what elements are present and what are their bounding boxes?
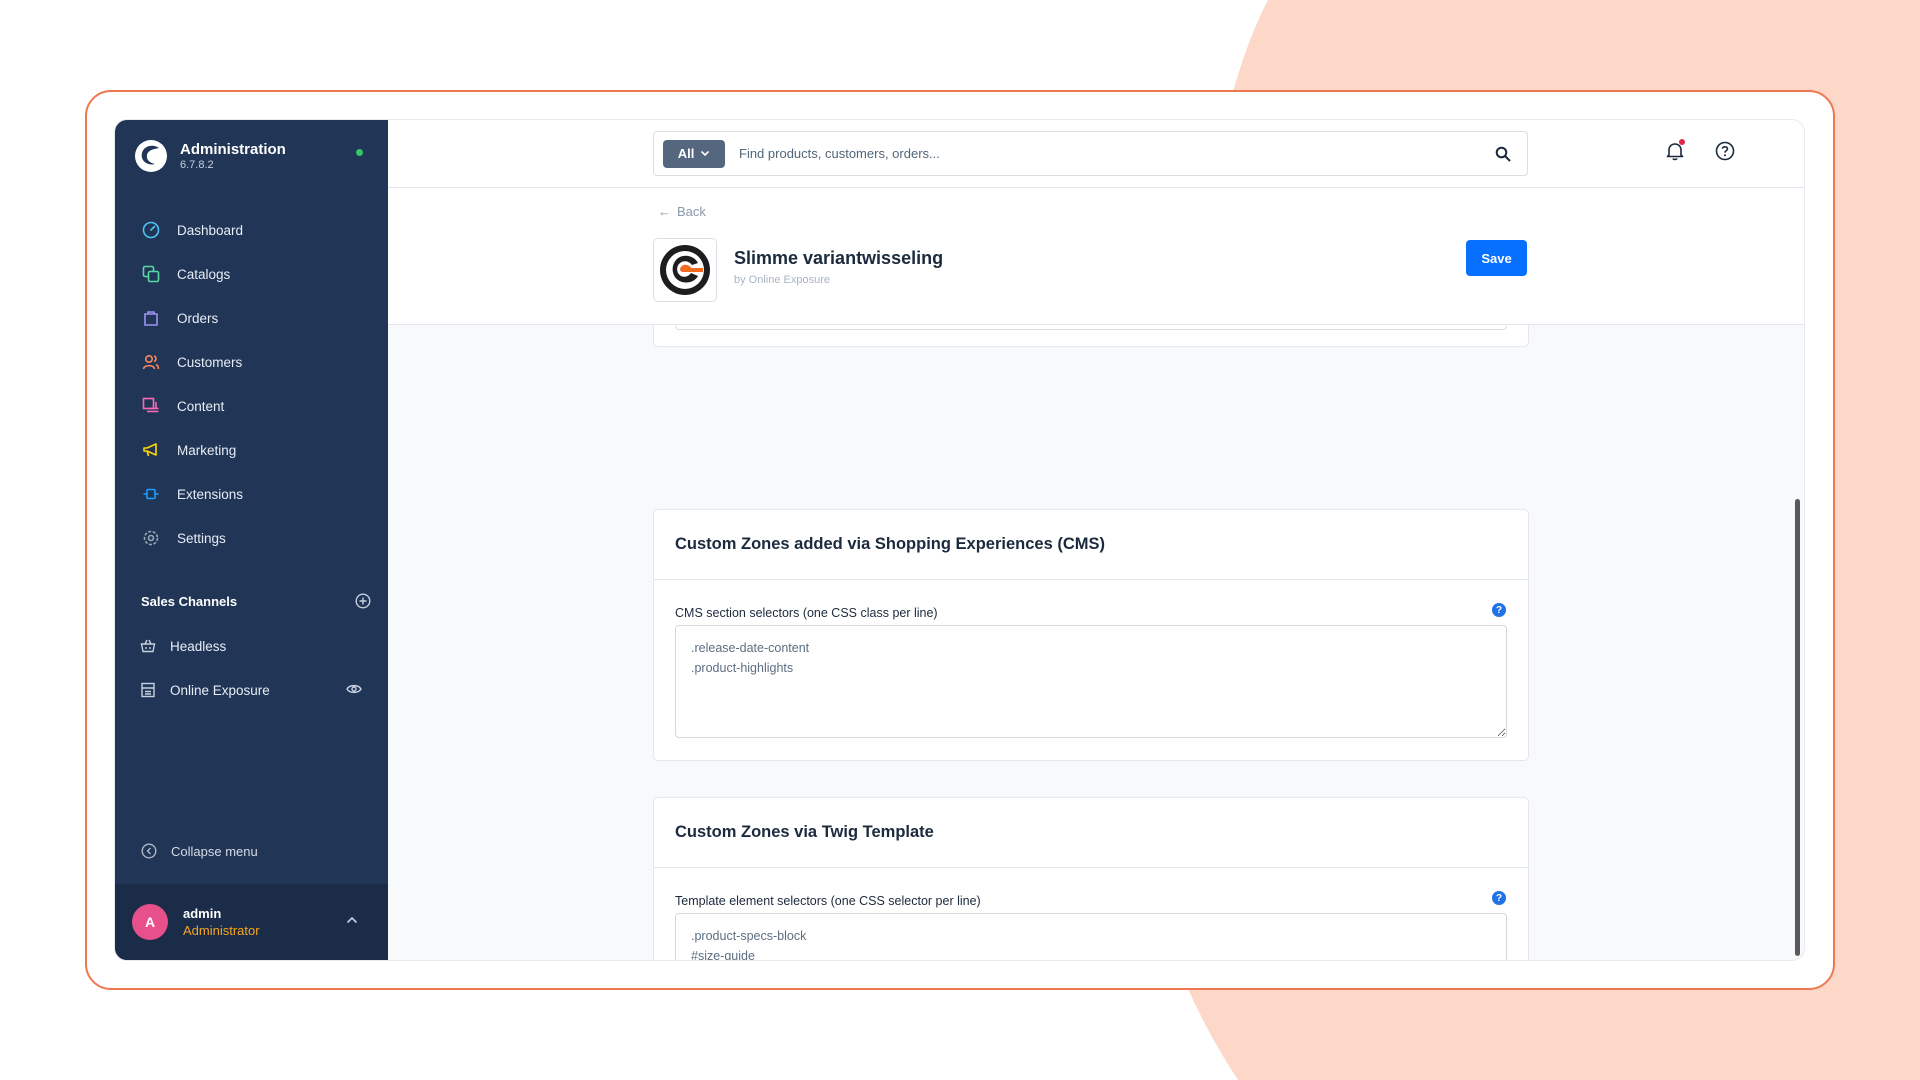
nav-item-customers[interactable]: Customers bbox=[115, 340, 388, 384]
help-tooltip-icon[interactable]: ? bbox=[1492, 891, 1506, 905]
sales-channels-list: Headless Online Exposure bbox=[115, 624, 388, 712]
nav-label: Dashboard bbox=[177, 222, 244, 238]
nav-item-content[interactable]: Content bbox=[115, 384, 388, 428]
extension-logo bbox=[653, 238, 717, 302]
back-link[interactable]: ← Back bbox=[658, 204, 706, 219]
page-header: ← Back Slimme variantwisseling by Online… bbox=[388, 188, 1804, 325]
sales-channel-label: Headless bbox=[170, 638, 227, 654]
help-icon bbox=[1715, 141, 1735, 161]
sales-channel-headless[interactable]: Headless bbox=[115, 624, 388, 668]
notification-badge bbox=[1679, 139, 1685, 145]
search-filter-dropdown[interactable]: All bbox=[663, 139, 725, 168]
card-title: Custom Zones via Twig Template bbox=[654, 798, 1528, 868]
twig-zones-card: Custom Zones via Twig Template Template … bbox=[653, 797, 1529, 960]
nav-item-marketing[interactable]: Marketing bbox=[115, 428, 388, 472]
nav-label: Customers bbox=[177, 354, 243, 370]
nav-item-dashboard[interactable]: Dashboard bbox=[115, 208, 388, 252]
page-title: Slimme variantwisseling bbox=[734, 248, 944, 268]
brand[interactable]: Administration 6.7.8.2 bbox=[134, 139, 286, 173]
card-title: Custom Zones added via Shopping Experien… bbox=[654, 510, 1528, 580]
nav-label: Settings bbox=[177, 530, 226, 546]
arrow-left-icon: ← bbox=[658, 204, 671, 219]
top-bar: All bbox=[388, 120, 1804, 188]
collapse-menu-button[interactable]: Collapse menu bbox=[141, 843, 258, 859]
user-role: Administrator bbox=[183, 923, 260, 938]
global-search: All bbox=[653, 131, 1528, 176]
back-label: Back bbox=[677, 204, 706, 219]
sidebar: Administration 6.7.8.2 Dashboard Catalog… bbox=[115, 120, 388, 960]
help-button[interactable] bbox=[1715, 141, 1735, 166]
storefront-icon bbox=[141, 682, 155, 698]
content-icon bbox=[141, 396, 161, 416]
eye-icon[interactable] bbox=[346, 682, 362, 696]
extensions-icon bbox=[141, 484, 161, 504]
nav-item-catalogs[interactable]: Catalogs bbox=[115, 252, 388, 296]
sales-channel-online-exposure[interactable]: Online Exposure bbox=[115, 668, 388, 712]
search-icon[interactable] bbox=[1495, 146, 1511, 162]
extension-vendor: by Online Exposure bbox=[734, 274, 830, 286]
catalogs-icon bbox=[141, 264, 161, 284]
app-window: Administration 6.7.8.2 Dashboard Catalog… bbox=[115, 120, 1804, 960]
chevron-down-icon bbox=[701, 150, 710, 157]
nav-item-orders[interactable]: Orders bbox=[115, 296, 388, 340]
nav-label: Orders bbox=[177, 310, 219, 326]
app-title: Administration bbox=[180, 141, 286, 158]
chevron-up-icon[interactable] bbox=[346, 916, 358, 924]
collapse-icon bbox=[141, 843, 157, 859]
template-selectors-textarea[interactable]: .product-specs-block #size-guide bbox=[675, 913, 1507, 960]
nav-label: Content bbox=[177, 398, 225, 414]
dashboard-icon bbox=[141, 220, 161, 240]
shopware-logo-icon bbox=[135, 140, 167, 172]
customers-icon bbox=[141, 352, 161, 372]
previous-field-edge bbox=[675, 326, 1507, 330]
search-input[interactable] bbox=[739, 146, 1495, 161]
status-indicator bbox=[356, 149, 363, 156]
marketing-icon bbox=[141, 440, 161, 460]
nav-label: Extensions bbox=[177, 486, 244, 502]
cms-selectors-textarea[interactable]: .release-date-content .product-highlight… bbox=[675, 625, 1507, 738]
user-name: admin bbox=[183, 906, 222, 921]
user-menu[interactable]: A admin Administrator bbox=[115, 884, 388, 960]
sales-channel-label: Online Exposure bbox=[170, 682, 270, 698]
collapse-menu-label: Collapse menu bbox=[171, 843, 258, 859]
avatar: A bbox=[132, 904, 168, 940]
help-tooltip-icon[interactable]: ? bbox=[1492, 603, 1506, 617]
main-nav: Dashboard Catalogs Orders Customers Cont… bbox=[115, 208, 388, 560]
sales-channels-header: Sales Channels bbox=[141, 593, 371, 609]
basket-icon bbox=[140, 639, 156, 653]
content-scrollbar[interactable] bbox=[1795, 499, 1800, 956]
nav-item-extensions[interactable]: Extensions bbox=[115, 472, 388, 516]
field-label: Template element selectors (one CSS sele… bbox=[675, 894, 981, 908]
add-sales-channel-icon[interactable] bbox=[355, 593, 371, 609]
sales-channels-title: Sales Channels bbox=[141, 593, 238, 609]
nav-label: Catalogs bbox=[177, 266, 231, 282]
previous-card-bottom bbox=[653, 325, 1529, 347]
nav-label: Marketing bbox=[177, 442, 237, 458]
orders-icon bbox=[141, 308, 161, 328]
search-filter-label: All bbox=[677, 146, 695, 161]
cms-zones-card: Custom Zones added via Shopping Experien… bbox=[653, 509, 1529, 761]
config-content: Custom Zones added via Shopping Experien… bbox=[388, 325, 1804, 960]
notifications-button[interactable] bbox=[1666, 139, 1685, 166]
online-exposure-logo-icon bbox=[660, 245, 710, 295]
settings-icon bbox=[141, 528, 161, 548]
nav-item-settings[interactable]: Settings bbox=[115, 516, 388, 560]
app-version: 6.7.8.2 bbox=[180, 159, 214, 171]
save-button[interactable]: Save bbox=[1466, 240, 1527, 276]
field-label: CMS section selectors (one CSS class per… bbox=[675, 606, 938, 620]
